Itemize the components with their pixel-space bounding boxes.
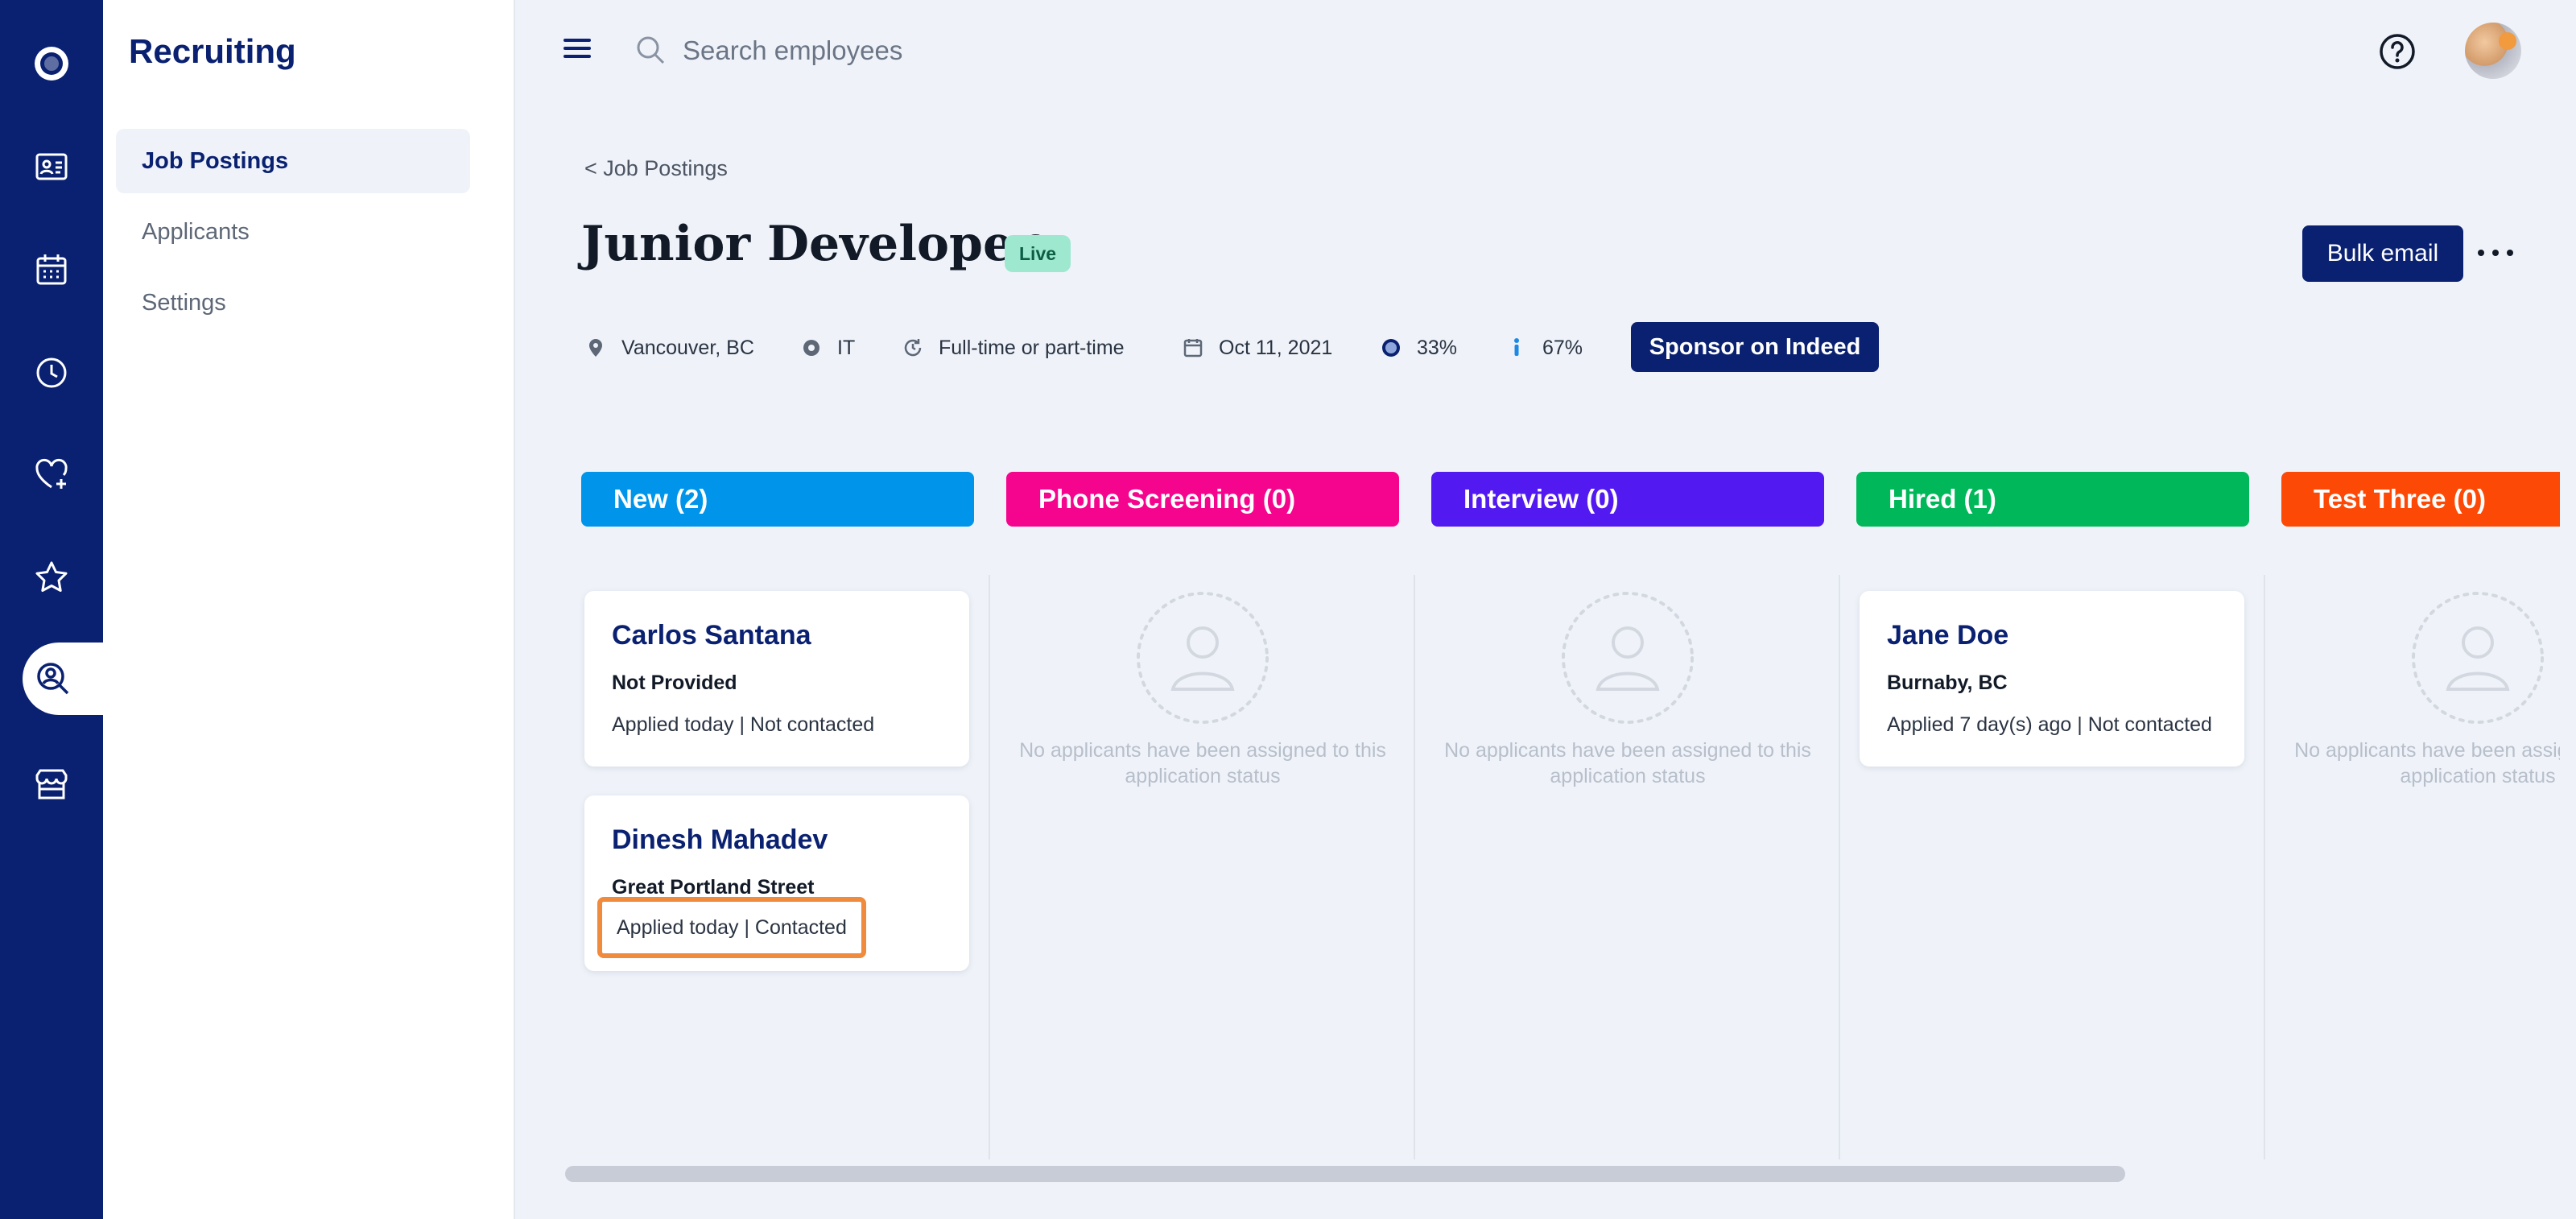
meta-location: Vancouver, BC	[584, 332, 754, 364]
info-person-icon	[1514, 338, 1519, 356]
heart-plus-icon[interactable]	[0, 438, 103, 510]
meta-stat-2-text: 67%	[1542, 336, 1583, 359]
meta-stat-2: 67%	[1505, 332, 1583, 364]
menu-icon[interactable]	[564, 39, 591, 63]
subnav-item-settings[interactable]: Settings	[116, 271, 470, 335]
star-icon[interactable]	[0, 541, 103, 614]
ring-icon	[1382, 339, 1400, 357]
meta-date: Oct 11, 2021	[1182, 332, 1332, 364]
empty-user-icon	[1562, 592, 1694, 724]
meta-department: IT	[800, 332, 855, 364]
page-title: Junior Developer	[581, 216, 1039, 272]
meta-date-text: Oct 11, 2021	[1219, 336, 1333, 359]
subnav-item-job-postings[interactable]: Job Postings	[116, 129, 470, 193]
section-title: Recruiting	[129, 32, 296, 70]
location-pin-icon	[589, 339, 602, 357]
empty-user-icon	[2412, 592, 2544, 724]
column-divider	[989, 575, 990, 1159]
stage-hired[interactable]: Hired (1)	[1856, 472, 2249, 527]
meta-stat-1-text: 33%	[1417, 336, 1458, 359]
applicant-card[interactable]: Jane Doe Burnaby, BC Applied 7 day(s) ag…	[1860, 591, 2244, 767]
meta-department-text: IT	[837, 336, 856, 359]
applicant-location: Great Portland Street	[612, 876, 815, 899]
column-divider	[1414, 575, 1415, 1159]
applicant-card[interactable]: Dinesh Mahadev Great Portland Street App…	[584, 795, 969, 971]
meta-employment-type: Full-time or part-time	[902, 332, 1125, 364]
department-icon	[803, 340, 819, 356]
applicant-status: Applied 7 day(s) ago | Not contacted	[1887, 713, 2212, 736]
column-divider	[1839, 575, 1840, 1159]
sponsor-on-indeed-button[interactable]: Sponsor on Indeed	[1631, 322, 1879, 372]
empty-state-text: No applicants have been assigned to this…	[1444, 739, 1811, 787]
icon-rail	[0, 0, 103, 1219]
breadcrumb[interactable]: < Job Postings	[584, 156, 728, 181]
rotate-icon	[904, 339, 922, 357]
applicant-name[interactable]: Carlos Santana	[612, 620, 811, 651]
empty-user-icon	[1137, 592, 1269, 724]
meta-location-text: Vancouver, BC	[621, 336, 754, 359]
search-input[interactable]	[683, 29, 1246, 72]
calendar-small-icon	[1183, 339, 1203, 357]
empty-state-text: No applicants have been assigned to this…	[1019, 739, 1386, 787]
logo-icon[interactable]	[0, 27, 103, 100]
applicant-location: Burnaby, BC	[1887, 671, 2008, 694]
recruiting-search-icon[interactable]	[23, 643, 103, 715]
applicant-name[interactable]: Dinesh Mahadev	[612, 824, 828, 856]
empty-state-interview: No applicants have been assigned to this…	[1435, 589, 1821, 789]
empty-state-text: No applicants have been assigned to this…	[2294, 739, 2560, 787]
clock-icon[interactable]	[0, 337, 103, 409]
subnav-item-applicants[interactable]: Applicants	[116, 200, 470, 264]
meta-employment-type-text: Full-time or part-time	[939, 336, 1125, 359]
stage-interview[interactable]: Interview (0)	[1431, 472, 1824, 527]
status-badge: Live	[1005, 235, 1071, 272]
stage-phone-screening[interactable]: Phone Screening (0)	[1006, 472, 1399, 527]
store-icon[interactable]	[0, 749, 103, 821]
applicant-status-highlighted[interactable]: Applied today | Contacted	[597, 897, 866, 958]
column-clip: No applicants have been assigned to this…	[2265, 0, 2560, 1219]
applicant-card[interactable]: Carlos Santana Not Provided Applied toda…	[584, 591, 969, 767]
applicant-location: Not Provided	[612, 671, 737, 694]
search-icon	[637, 36, 665, 64]
calendar-icon[interactable]	[0, 233, 103, 306]
applicant-name[interactable]: Jane Doe	[1887, 620, 2008, 651]
empty-state-test-three: No applicants have been assigned to this…	[2285, 589, 2560, 789]
horizontal-scrollbar[interactable]	[565, 1166, 2125, 1182]
stage-new[interactable]: New (2)	[581, 472, 974, 527]
empty-state-phone-screening: No applicants have been assigned to this…	[1009, 589, 1396, 789]
meta-stat-1: 33%	[1380, 332, 1457, 364]
employee-directory-icon[interactable]	[0, 130, 103, 203]
recruiting-subnav: Recruiting Job Postings Applicants Setti…	[103, 0, 515, 1219]
applicant-status: Applied today | Not contacted	[612, 713, 875, 736]
